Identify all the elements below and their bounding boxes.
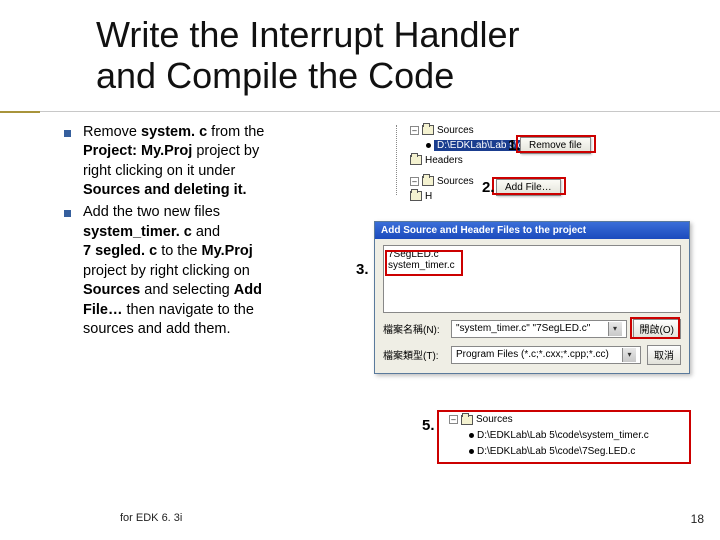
filename-input[interactable]: "system_timer.c" "7SegLED.c" ▾ [451,320,627,338]
dropdown-icon[interactable]: ▾ [622,348,636,362]
text: Sources and deleting it. [83,182,247,198]
tree-label: Sources [437,176,474,187]
collapse-icon[interactable]: – [410,177,419,186]
collapse-icon[interactable]: – [410,126,419,135]
text: then navigate to the [127,302,254,318]
footer-note: for EDK 6. 3i [120,512,182,524]
step-1: 1. [508,137,521,154]
text: Sources [83,282,144,298]
tree-panel-1: – Sources D:\EDKLab\Lab 5\code\System.c … [388,123,688,204]
text: project by [196,143,259,159]
tree-label: Sources [437,125,474,136]
folder-icon [422,176,434,186]
input-value: "system_timer.c" "7SegLED.c" [456,323,590,334]
highlight-box-1 [516,135,596,153]
tree-panel-2: – Sources D:\EDKLab\Lab 5\code\system_ti… [438,411,690,463]
list-item: Remove system. c from the Project: My.Pr… [64,123,376,201]
dropdown-icon[interactable]: ▾ [608,322,622,336]
button-label: 取消 [654,347,674,362]
step-3: 3. [356,261,369,278]
filetype-label: 檔案類型(T): [383,347,445,362]
folder-icon [410,155,422,165]
folder-icon [410,191,422,201]
step-5: 5. [422,417,435,434]
text: system. c [141,124,211,140]
screenshots-area: – Sources D:\EDKLab\Lab 5\code\System.c … [382,123,702,342]
folder-icon [422,125,434,135]
add-files-dialog: Add Source and Header Files to the proje… [374,221,690,374]
list-item: Add the two new files system_timer. c an… [64,203,376,340]
text: File… [83,302,127,318]
text: Remove [83,124,141,140]
text: and [196,224,220,240]
file-icon [426,143,431,148]
text: and selecting [144,282,233,298]
filetype-input[interactable]: Program Files (*.c;*.cxx;*.cpp;*.cc) ▾ [451,346,641,364]
title-line-2: and Compile the Code [96,55,454,96]
text: system_timer. c [83,224,196,240]
tree-headers[interactable]: Headers [406,153,688,168]
highlight-box-3 [385,250,463,276]
bullet-icon [64,210,71,217]
highlight-box-5 [437,410,691,464]
text: Project: My.Proj [83,143,196,159]
filename-label: 檔案名稱(N): [383,321,445,336]
text: Add the two new files [83,204,220,220]
page-number: 18 [691,512,704,526]
title-line-1: Write the Interrupt Handler [96,14,520,55]
input-value: Program Files (*.c;*.cxx;*.cpp;*.cc) [456,349,609,360]
text: project by right clicking on [83,263,250,279]
cancel-button[interactable]: 取消 [647,345,681,365]
highlight-box-2 [492,177,566,195]
dialog-title: Add Source and Header Files to the proje… [375,222,689,239]
bullet-icon [64,130,71,137]
text: Add [234,282,262,298]
text: My.Proj [202,243,253,259]
text: to the [161,243,201,259]
step-2: 2. [482,179,495,196]
text: 7 segled. c [83,243,161,259]
slide-title: Write the Interrupt Handler and Compile … [0,0,720,107]
bullet-list: Remove system. c from the Project: My.Pr… [64,123,376,342]
highlight-box-4 [630,317,680,339]
tree-label: Headers [425,155,463,166]
tree-label: H [425,191,432,202]
text: sources and add them. [83,321,231,337]
text: right clicking on it under [83,163,235,179]
text: from the [211,124,264,140]
